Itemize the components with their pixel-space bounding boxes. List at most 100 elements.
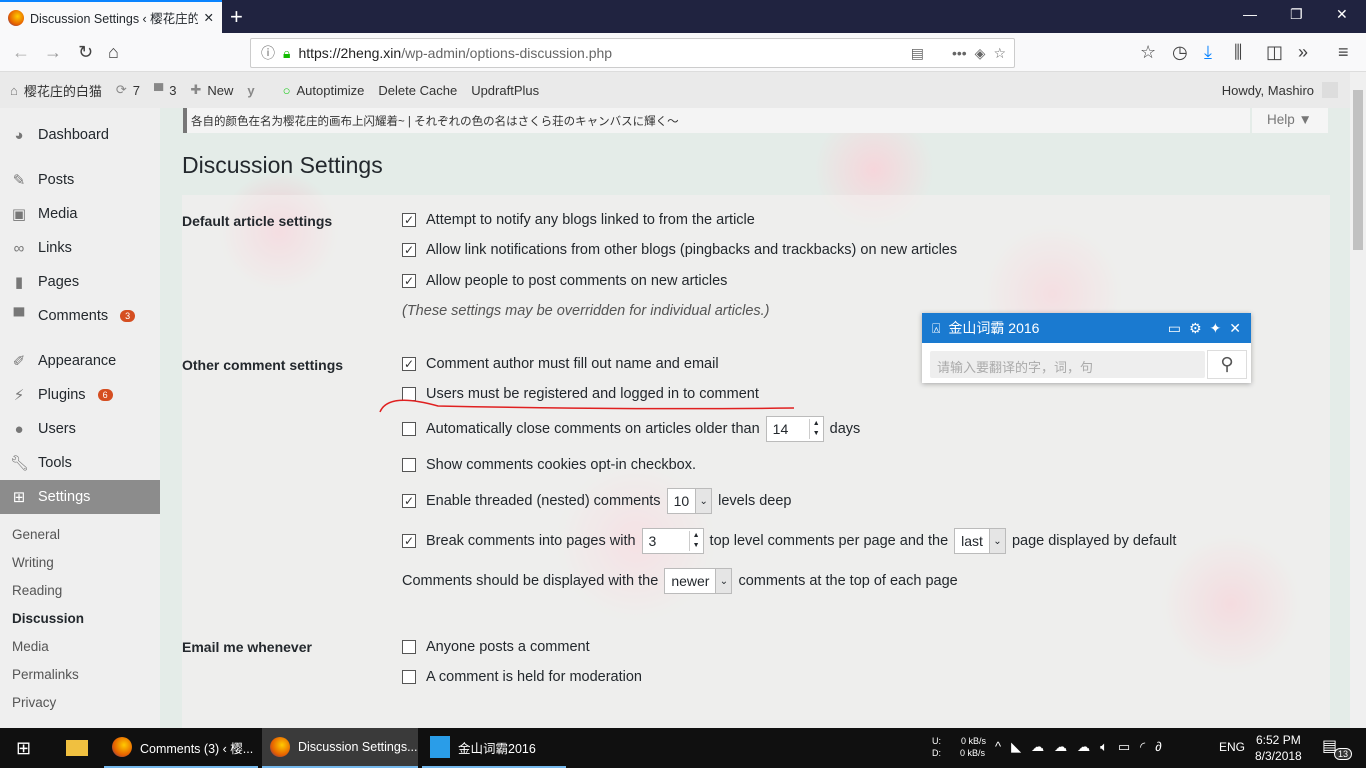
email-label: Email me whenever: [182, 639, 312, 655]
checkbox[interactable]: ✓: [402, 357, 416, 371]
close-window-icon[interactable]: ✕: [1336, 6, 1348, 23]
comments-per-page-input[interactable]: 3 ▲ ▼: [641, 528, 704, 554]
url-bar[interactable]: ⓘ 🔒︎ https://2heng.xin/wp-admin/options-di…: [250, 38, 1015, 68]
submenu-media[interactable]: Media: [12, 639, 49, 654]
tab-discussion-settings[interactable]: Discussion Settings ‹ 樱花庄的白 ✕: [0, 0, 222, 33]
close-icon[interactable]: ✕: [1229, 320, 1241, 337]
pocket-icon[interactable]: ◈: [975, 45, 986, 62]
checkbox[interactable]: ✓: [402, 274, 416, 288]
gear-icon[interactable]: ⚙: [1189, 320, 1202, 337]
chevron-down-icon: ⌄: [715, 569, 732, 593]
taskbar-discussion-window[interactable]: Discussion Settings...: [262, 728, 418, 768]
option-order[interactable]: Comments should be displayed with the new…: [402, 568, 958, 594]
close-tab-icon[interactable]: ✕: [204, 10, 214, 25]
thread-depth-select[interactable]: 10 ⌄: [666, 488, 713, 514]
menu-icon[interactable]: ≡: [1338, 42, 1349, 63]
sidebar-item-appearance[interactable]: ✐ Appearance: [0, 344, 160, 378]
option-require-name-email[interactable]: ✓ Comment author must fill out name and e…: [402, 356, 719, 372]
info-icon[interactable]: ⓘ: [261, 43, 275, 63]
kingsoft-dictionary-popup: ⍓ 金山词霸 2016 ▭ ⚙ ✦ ✕ 请输入要翻译的字，词，句 ⚲: [922, 313, 1251, 383]
scrollbar-thumb[interactable]: [1353, 90, 1363, 250]
new-tab-button[interactable]: +: [230, 4, 243, 30]
close-days-input[interactable]: 14 ▲ ▼: [765, 416, 824, 442]
help-tab[interactable]: Help ▼: [1252, 108, 1328, 133]
submenu-permalinks[interactable]: Permalinks: [12, 667, 79, 682]
submenu-privacy[interactable]: Privacy: [12, 695, 56, 710]
checkbox[interactable]: ✓: [402, 534, 416, 548]
checkbox[interactable]: [402, 422, 416, 436]
sidebar-item-comments[interactable]: ▀ Comments 3: [0, 299, 160, 333]
default-page-select[interactable]: last ⌄: [954, 528, 1006, 554]
option-cookies-opt-in[interactable]: Show comments cookies opt-in checkbox.: [402, 457, 696, 473]
file-explorer-button[interactable]: [58, 728, 88, 768]
yoast-icon[interactable]: y: [247, 83, 254, 98]
checkbox[interactable]: [402, 640, 416, 654]
taskbar-kingsoft-window[interactable]: 金山词霸2016: [422, 728, 566, 768]
updates-icon[interactable]: ⟳: [116, 82, 127, 98]
bookmarks-icon[interactable]: ☆: [1140, 42, 1156, 63]
bookmark-star-icon[interactable]: ☆: [993, 45, 1006, 62]
sidebar-item-users[interactable]: ● Users: [0, 412, 160, 446]
reader-icon[interactable]: ▤: [911, 45, 924, 62]
overflow-icon[interactable]: »: [1298, 42, 1308, 63]
site-link[interactable]: 樱花庄的白猫: [24, 81, 102, 100]
option-email-any-comment[interactable]: Anyone posts a comment: [402, 639, 590, 655]
option-auto-close[interactable]: Automatically close comments on articles…: [402, 416, 860, 442]
submenu-writing[interactable]: Writing: [12, 555, 54, 570]
clock[interactable]: 6:52 PM 8/3/2018: [1255, 732, 1302, 764]
sidebar-item-settings[interactable]: ⊞ Settings: [0, 480, 160, 514]
option-email-moderation[interactable]: A comment is held for moderation: [402, 669, 642, 685]
page-actions-icon[interactable]: •••: [952, 45, 967, 61]
spinner-icon[interactable]: ▲ ▼: [688, 531, 703, 551]
comments-icon[interactable]: ▀: [154, 83, 163, 98]
option-threaded[interactable]: ✓ Enable threaded (nested) comments 10 ⌄ lev…: [402, 488, 792, 514]
avatar[interactable]: [1322, 82, 1338, 98]
taskbar-comments-window[interactable]: Comments (3) ‹ 樱...: [104, 728, 258, 768]
pin-icon[interactable]: ✦: [1210, 320, 1222, 337]
home-icon[interactable]: ⌂: [108, 42, 119, 63]
sidebar-item-posts[interactable]: ✎ Posts: [0, 163, 160, 197]
checkbox[interactable]: [402, 458, 416, 472]
firefox-icon: [270, 737, 290, 757]
history-icon[interactable]: ◷: [1172, 42, 1188, 63]
language-indicator[interactable]: ENG: [1219, 740, 1245, 754]
sidebar-item-media[interactable]: ▣ Media: [0, 197, 160, 231]
home-icon: ⌂: [10, 82, 18, 98]
checkbox[interactable]: ✓: [402, 213, 416, 227]
account-link[interactable]: Howdy, Mashiro: [1222, 83, 1314, 98]
link-icon: ∞: [13, 239, 25, 257]
dashboard-icon: ◕: [14, 126, 24, 144]
option-allow-comments[interactable]: ✓ Allow people to post comments on new ar…: [402, 273, 727, 289]
comment-order-select[interactable]: newer ⌄: [664, 568, 733, 594]
translate-input[interactable]: 请输入要翻译的字，词，句: [930, 351, 1205, 378]
sidebar-item-links[interactable]: ∞ Links: [0, 231, 160, 265]
checkbox[interactable]: [402, 670, 416, 684]
option-pingbacks[interactable]: ✓ Allow link notifications from other blo…: [402, 242, 957, 258]
option-paging[interactable]: ✓ Break comments into pages with 3 ▲ ▼ top le…: [402, 528, 1176, 554]
search-button[interactable]: ⚲: [1207, 350, 1247, 379]
forward-icon[interactable]: →: [44, 42, 62, 63]
checkbox[interactable]: ✓: [402, 494, 416, 508]
spinner-icon[interactable]: ▲ ▼: [808, 419, 823, 439]
submenu-reading[interactable]: Reading: [12, 583, 62, 598]
minimize-icon[interactable]: —: [1243, 6, 1257, 22]
submenu-discussion[interactable]: Discussion: [12, 611, 84, 626]
window-icon[interactable]: ▭: [1168, 320, 1181, 337]
start-button[interactable]: ⊞: [8, 728, 31, 768]
sidebar-item-dashboard[interactable]: ◕ Dashboard: [0, 118, 160, 152]
back-icon[interactable]: ←: [12, 42, 30, 63]
library-icon[interactable]: ⫼: [1234, 42, 1242, 63]
chevron-down-icon: ⌄: [695, 489, 712, 513]
sidebar-item-tools[interactable]: 🔧︎ Tools: [0, 446, 160, 480]
sidebar-item-plugins[interactable]: ⚡ Plugins 6: [0, 378, 160, 412]
tray-icons[interactable]: ^◣☁☁☁🔈︎▭◜∂: [995, 739, 1172, 755]
reload-icon[interactable]: ↻: [78, 42, 93, 63]
checkbox[interactable]: ✓: [402, 243, 416, 257]
option-notify-blogs[interactable]: ✓ Attempt to notify any blogs linked to f…: [402, 212, 755, 228]
submenu-general[interactable]: General: [12, 527, 60, 542]
sidebar-item-pages[interactable]: ▮ Pages: [0, 265, 160, 299]
download-icon[interactable]: ⤓: [1204, 42, 1212, 63]
new-link[interactable]: New: [207, 83, 233, 98]
sidebar-icon[interactable]: ◫: [1266, 42, 1283, 63]
maximize-icon[interactable]: ❐: [1290, 6, 1303, 23]
